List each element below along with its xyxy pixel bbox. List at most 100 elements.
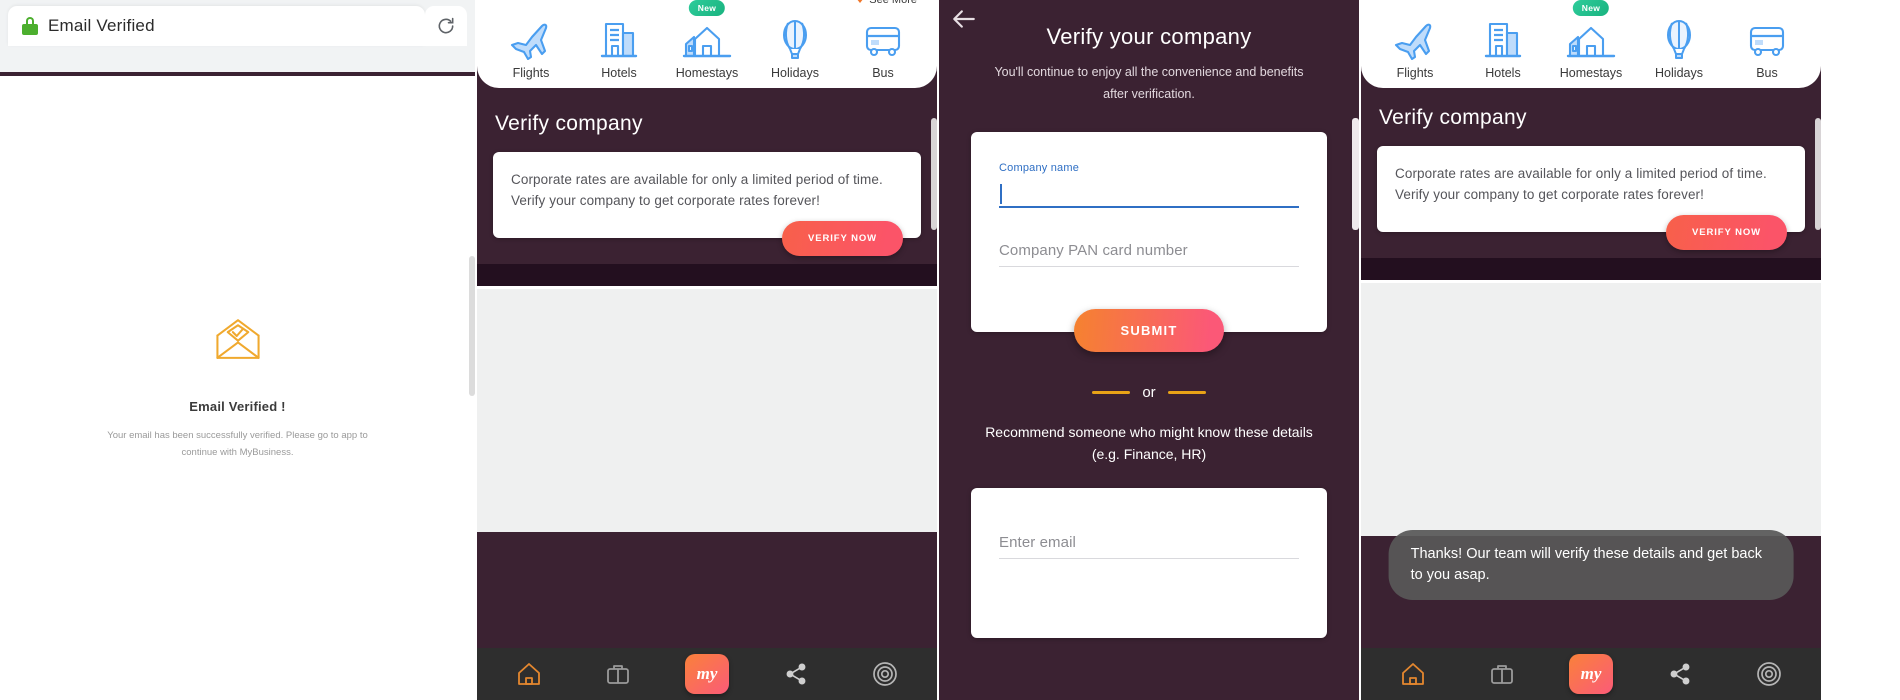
nav-item-holidays[interactable]: Holidays [1637, 16, 1721, 80]
form-subtitle: You'll continue to enjoy all the conveni… [994, 65, 1304, 101]
page-body-text: Your email has been successfully verifie… [107, 429, 368, 458]
home-icon [518, 663, 541, 685]
browser-panel: Email Verified Email Verified ! Your ema… [0, 0, 475, 700]
bottom-tabbar: my [1361, 648, 1821, 700]
nav-label: Bus [872, 66, 894, 80]
tabbar-item-share[interactable] [772, 654, 820, 694]
reload-button[interactable] [425, 6, 467, 46]
bottom-tabbar: my [477, 648, 937, 700]
nav-item-bus[interactable]: Bus [1725, 16, 1809, 80]
verify-form-card: Company name Company PAN card number SUB… [971, 131, 1327, 352]
company-name-input[interactable] [999, 182, 1299, 208]
verify-now-button[interactable]: VERIFY NOW [782, 220, 903, 256]
tabbar-item-home[interactable] [1389, 654, 1437, 694]
browser-tab-title: Email Verified [48, 16, 155, 35]
page-title: Email Verified ! [189, 398, 286, 414]
content-placeholder-pane [477, 285, 937, 532]
open-envelope-check-icon [215, 318, 260, 359]
submit-row: SUBMIT [999, 289, 1299, 352]
bus-icon [1746, 16, 1788, 60]
my-logo-icon: my [684, 654, 729, 694]
tabbar-item-share[interactable] [1656, 654, 1704, 694]
nav-item-holidays[interactable]: Holidays [753, 16, 837, 80]
submit-button[interactable]: SUBMIT [1074, 308, 1224, 352]
nav-label: Homestays [1559, 66, 1623, 80]
toast-message: Thanks! Our team will verify these detai… [1388, 529, 1794, 600]
hot-air-balloon-icon [1661, 16, 1697, 60]
verify-now-button[interactable]: VERIFY NOW [1666, 214, 1787, 250]
account-circle-icon [872, 662, 897, 686]
nav-item-flights[interactable]: Flights [489, 16, 573, 80]
home-icon [1402, 663, 1425, 685]
pan-field-group: Company PAN card number [999, 242, 1299, 267]
category-nav-card: Flights Hotels New Homestays Holidays Bu… [1361, 0, 1821, 88]
company-name-field-group: Company name [999, 162, 1299, 208]
category-nav-row: Flights Hotels New Homestays Holidays Bu… [487, 0, 927, 80]
browser-tab[interactable]: Email Verified [8, 6, 425, 46]
nav-label: Hotels [601, 66, 637, 80]
tabbar-item-account[interactable] [1745, 654, 1793, 694]
verify-company-form-panel: Verify your company You'll continue to e… [939, 0, 1359, 700]
my-logo-icon: my [1568, 654, 1613, 694]
share-icon [1670, 663, 1690, 685]
nav-item-homestays[interactable]: New Homestays [1549, 0, 1633, 80]
nav-item-homestays[interactable]: New Homestays [665, 0, 749, 80]
chevron-down-icon [856, 0, 865, 3]
tabbar-item-my[interactable]: my [683, 654, 731, 694]
recommend-text: Recommend someone who might know these d… [985, 423, 1313, 463]
new-badge: New [688, 0, 726, 16]
house-icon [681, 16, 733, 60]
see-more-button[interactable]: See More [856, 0, 917, 6]
nav-label: Homestays [675, 66, 739, 80]
recommend-card: Enter email [971, 487, 1327, 638]
scrollbar[interactable] [1352, 118, 1359, 230]
verify-company-body: Corporate rates are available for only a… [511, 172, 883, 208]
back-arrow-icon[interactable] [951, 6, 977, 32]
building-icon [1481, 16, 1525, 60]
green-lock-icon [22, 17, 38, 35]
email-verified-page: Email Verified ! Your email has been suc… [0, 76, 475, 700]
tabbar-item-trips[interactable] [594, 654, 642, 694]
browser-urlbar-area [8, 46, 467, 72]
screenshot-stage: Email Verified Email Verified ! Your ema… [0, 0, 1900, 700]
hot-air-balloon-icon [777, 16, 813, 60]
verify-company-card: Corporate rates are available for only a… [1377, 146, 1805, 250]
verify-company-section-title: Verify company [495, 112, 643, 135]
bus-icon [862, 16, 904, 60]
scrollbar[interactable] [1815, 118, 1821, 230]
verify-company-body: Corporate rates are available for only a… [1395, 166, 1767, 202]
nav-label: Flights [1396, 66, 1434, 80]
new-badge: New [1572, 0, 1610, 16]
or-divider: or [939, 384, 1359, 401]
nav-item-hotels[interactable]: Hotels [577, 16, 661, 80]
tabbar-item-home[interactable] [505, 654, 553, 694]
nav-label: Flights [512, 66, 550, 80]
scrollbar[interactable] [931, 118, 937, 230]
content-placeholder-pane [1361, 279, 1821, 536]
dark-separator [1361, 257, 1821, 280]
pan-input[interactable]: Company PAN card number [999, 242, 1299, 267]
building-icon [597, 16, 641, 60]
nav-item-hotels[interactable]: Hotels [1461, 16, 1545, 80]
browser-tabstrip: Email Verified [8, 6, 467, 46]
nav-item-flights[interactable]: Flights [1373, 16, 1457, 80]
share-icon [786, 663, 806, 685]
briefcase-icon [1491, 665, 1514, 684]
scrollbar[interactable] [469, 256, 475, 396]
briefcase-icon [607, 665, 630, 684]
divider-label: or [1142, 383, 1156, 401]
airplane-icon [509, 16, 553, 60]
category-nav-card: See More Flights Hotels New Homestays Ho… [477, 0, 937, 88]
reload-icon [438, 17, 454, 34]
nav-label: Holidays [771, 66, 819, 80]
tabbar-item-account[interactable] [861, 654, 909, 694]
tabbar-item-trips[interactable] [1478, 654, 1526, 694]
airplane-icon [1393, 16, 1437, 60]
nav-item-bus[interactable]: Bus [841, 16, 925, 80]
nav-label: Hotels [1485, 66, 1521, 80]
tabbar-item-my[interactable]: my [1567, 654, 1615, 694]
email-input[interactable]: Enter email [999, 534, 1299, 559]
divider-line-left [1092, 390, 1131, 394]
house-icon [1565, 16, 1617, 60]
divider-line-right [1167, 390, 1206, 394]
